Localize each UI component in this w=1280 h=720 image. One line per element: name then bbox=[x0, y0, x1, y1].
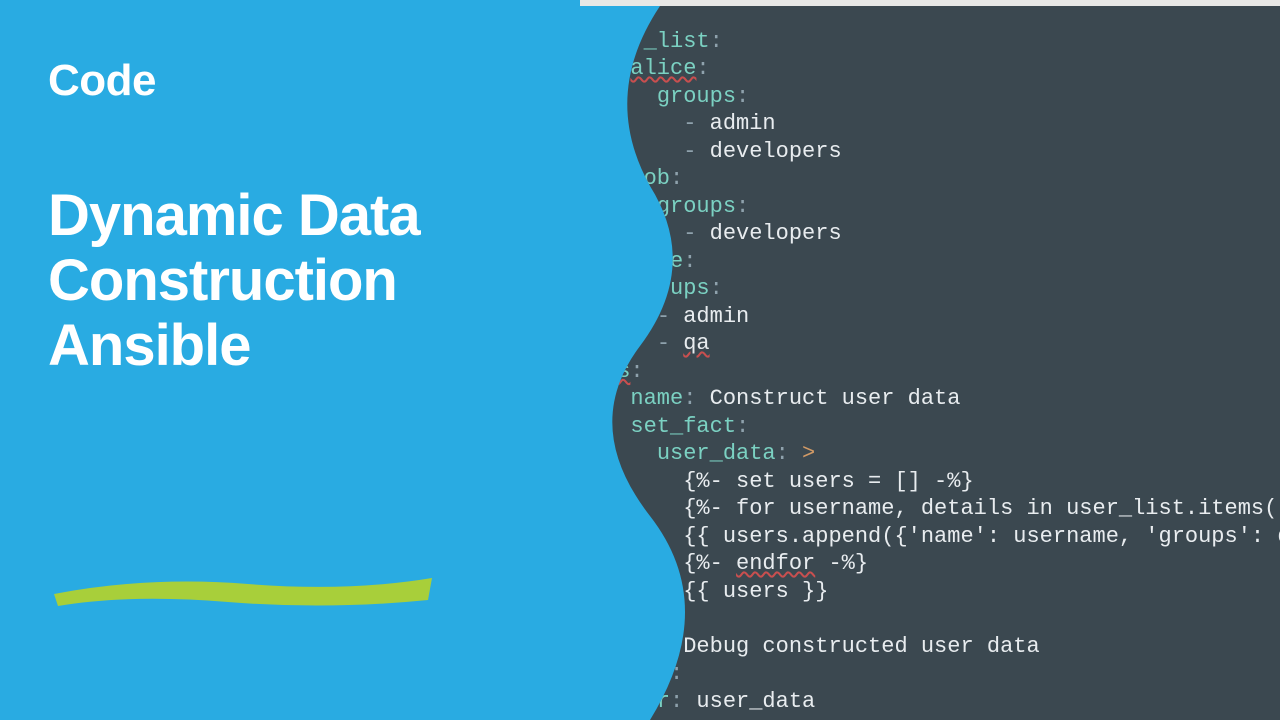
code-line: {%- endfor -%} bbox=[604, 551, 868, 576]
code-token: - bbox=[657, 331, 683, 356]
code-token: {{ users }} bbox=[683, 579, 828, 604]
slide-title: Dynamic Data Construction Ansible bbox=[48, 184, 620, 379]
code-token: - bbox=[683, 221, 709, 246]
code-token: : bbox=[736, 414, 749, 439]
code-line: ser_list: bbox=[604, 29, 723, 54]
code-token: : bbox=[670, 661, 683, 686]
code-token: admin bbox=[710, 111, 776, 136]
code-line: groups: bbox=[604, 194, 749, 219]
code-token: qa bbox=[683, 331, 709, 356]
code-token: -%} bbox=[815, 551, 868, 576]
code-token: groups bbox=[657, 194, 736, 219]
code-token: name bbox=[630, 386, 683, 411]
code-token: : bbox=[736, 194, 749, 219]
code-token: : bbox=[683, 386, 709, 411]
code-token: : bbox=[696, 56, 709, 81]
window-titlebar bbox=[580, 0, 1280, 6]
code-block: : ser_list: alice: groups: - admin - dev… bbox=[580, 0, 1280, 720]
code-token: : bbox=[630, 359, 643, 384]
code-panel: : ser_list: alice: groups: - admin - dev… bbox=[580, 6, 1280, 720]
code-token: - bbox=[683, 111, 709, 136]
code-line: - admin bbox=[604, 111, 776, 136]
code-token: - bbox=[683, 139, 709, 164]
code-token: Construct user data bbox=[710, 386, 961, 411]
code-line: user_data: > bbox=[604, 441, 815, 466]
code-token: : bbox=[670, 166, 683, 191]
code-token: : bbox=[670, 689, 696, 714]
code-token: bob bbox=[630, 166, 670, 191]
code-token: var bbox=[630, 689, 670, 714]
code-token: : bbox=[776, 441, 802, 466]
code-token: user_data bbox=[657, 441, 776, 466]
code-token: alice bbox=[630, 56, 696, 81]
code-token: admin bbox=[683, 304, 749, 329]
code-line: {%- set users = [] -%} bbox=[604, 469, 974, 494]
code-token: - bbox=[657, 304, 683, 329]
code-token: : bbox=[736, 84, 749, 109]
code-line: var: user_data bbox=[604, 689, 815, 714]
code-line: {{ users }} bbox=[604, 579, 828, 604]
code-line: {%- for username, details in user_list.i… bbox=[604, 496, 1280, 521]
slide: Code Dynamic Data Construction Ansible :… bbox=[0, 0, 1280, 720]
code-line: - developers bbox=[604, 221, 842, 246]
code-token: endfor bbox=[736, 551, 815, 576]
code-token: {%- set users = [] -%} bbox=[683, 469, 973, 494]
code-token: > bbox=[802, 441, 815, 466]
code-token: {%- for username, details in user_list.i… bbox=[683, 496, 1280, 521]
eyebrow-label: Code bbox=[48, 56, 620, 106]
code-line: groups: bbox=[604, 276, 723, 301]
code-token: groups bbox=[630, 276, 709, 301]
code-token: {{ users.append({'name': username, 'grou… bbox=[683, 524, 1280, 549]
code-token: developers bbox=[710, 139, 842, 164]
code-line: set_fact: bbox=[604, 414, 749, 439]
code-token: user_data bbox=[696, 689, 815, 714]
code-line: {{ users.append({'name': username, 'grou… bbox=[604, 524, 1280, 549]
code-token: {%- bbox=[683, 551, 736, 576]
code-token: developers bbox=[710, 221, 842, 246]
code-token: Debug constructed user data bbox=[683, 634, 1039, 659]
code-line: name: Debug constructed user data bbox=[604, 634, 1040, 659]
code-line: - name: Construct user data bbox=[604, 386, 960, 411]
left-panel: Code Dynamic Data Construction Ansible bbox=[0, 0, 620, 720]
code-token: : bbox=[710, 276, 723, 301]
code-token: : bbox=[710, 29, 723, 54]
code-line: - developers bbox=[604, 139, 842, 164]
underline-swoosh-icon bbox=[48, 570, 438, 610]
code-token: set_fact bbox=[630, 414, 736, 439]
code-line: groups: bbox=[604, 84, 749, 109]
code-token: : bbox=[683, 249, 696, 274]
code-token: : bbox=[657, 634, 683, 659]
code-line: - admin bbox=[604, 304, 749, 329]
code-token: groups bbox=[657, 84, 736, 109]
